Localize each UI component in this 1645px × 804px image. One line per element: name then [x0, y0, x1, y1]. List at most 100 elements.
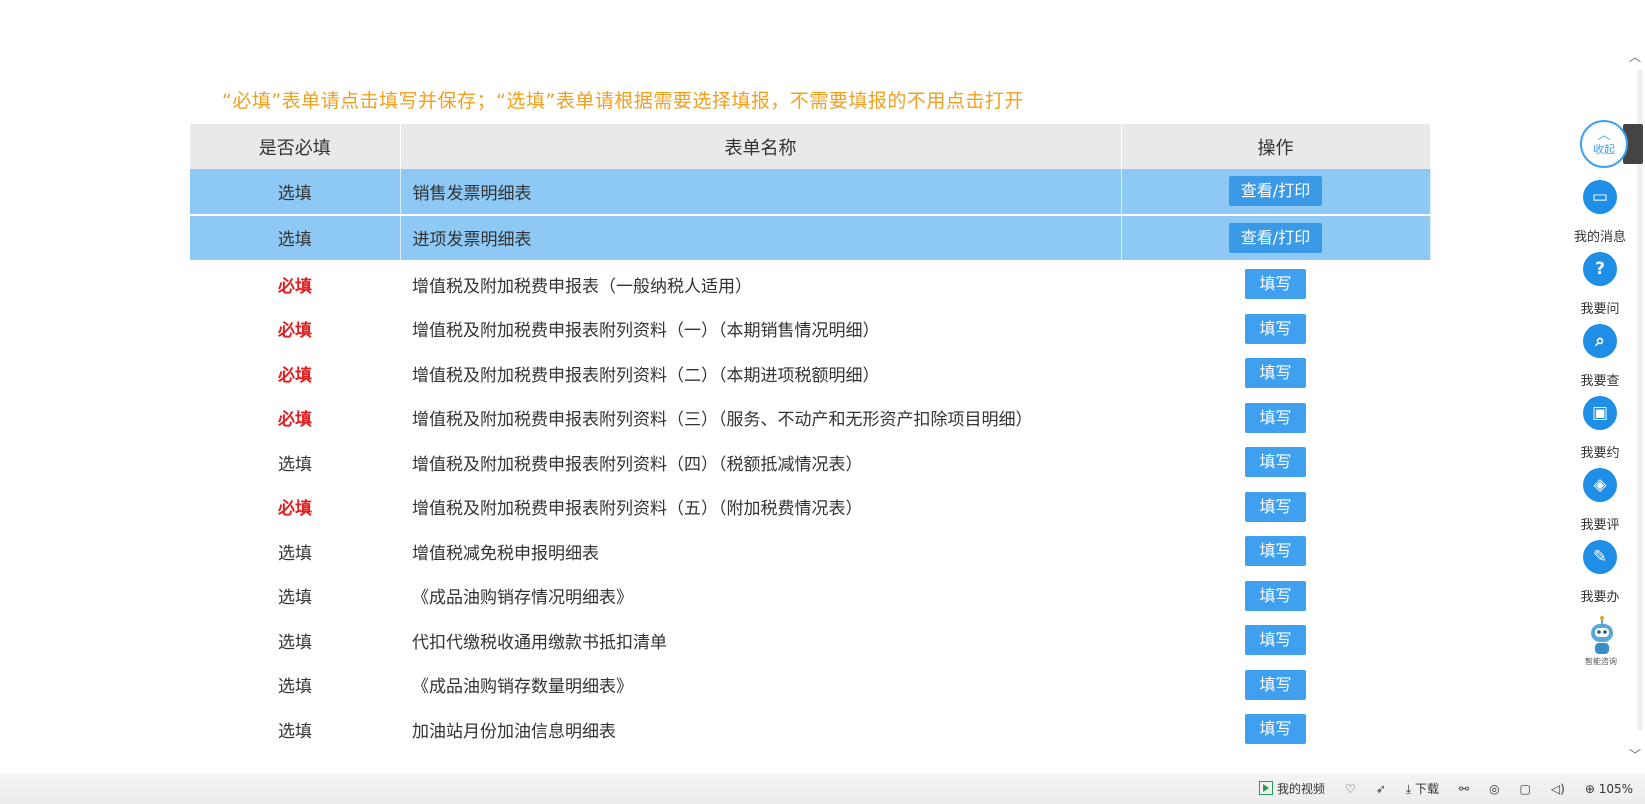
scroll-up-icon[interactable]: ︿	[1629, 48, 1641, 65]
fill-button[interactable]: 填写	[1245, 358, 1306, 389]
side-item-appointment[interactable]: ▣ 我要约	[1555, 396, 1645, 461]
browser-icon[interactable]: ◎	[1489, 782, 1499, 796]
collapse-label: 收起	[1593, 143, 1615, 156]
required-status: 选填	[278, 454, 312, 475]
table-row: 选填 增值税减免税申报明细表 填写	[190, 529, 1430, 574]
rocket-icon[interactable]: ➶	[1376, 782, 1386, 796]
form-name: 增值税及附加税费申报表附列资料（四）（税额抵减情况表）	[412, 454, 863, 475]
side-item-label: 我要查	[1580, 374, 1620, 389]
operation-cell: 填写	[1121, 396, 1430, 441]
required-status: 必填	[278, 321, 312, 342]
rate-icon: ◈	[1583, 468, 1617, 502]
operation-cell: 查看/打印	[1121, 169, 1431, 216]
required-status: 必填	[278, 410, 312, 431]
required-status: 必填	[278, 365, 312, 386]
header-required: 是否必填	[190, 124, 401, 169]
search-icon: ⌕	[1583, 324, 1617, 358]
side-service-panel: ︿ 收起 ▭ 我的消息 ? 我要问 ⌕ 我要查 ▣ 我要约 ◈ 我要评 ✎ 我要…	[1555, 118, 1645, 678]
side-item-ask[interactable]: ? 我要问	[1555, 252, 1645, 317]
table-row: 必填 增值税及附加税费申报表附列资料（五）（附加税费情况表） 填写	[190, 485, 1430, 530]
window-icon[interactable]: ▢	[1520, 782, 1531, 796]
operation-cell: 填写	[1121, 485, 1430, 530]
table-row: 选填 《成品油购销存情况明细表》 填写	[190, 574, 1430, 619]
operation-cell: 填写	[1121, 574, 1430, 619]
fill-button[interactable]: 填写	[1245, 669, 1306, 700]
operation-cell: 填写	[1121, 261, 1430, 307]
fill-button[interactable]: 填写	[1245, 714, 1306, 745]
side-item-rate[interactable]: ◈ 我要评	[1555, 468, 1645, 533]
side-item-handle[interactable]: ✎ 我要办	[1555, 540, 1645, 605]
table-row: 选填 销售发票明细表 查看/打印	[190, 169, 1431, 216]
required-status: 选填	[190, 169, 401, 216]
required-status: 选填	[278, 588, 312, 609]
form-name: 增值税及附加税费申报表附列资料（五）（附加税费情况表）	[412, 499, 863, 520]
table-row: 选填 增值税及附加税费申报表附列资料（四）（税额抵减情况表） 填写	[190, 440, 1430, 485]
table-row: 选填 代扣代缴税收通用缴款书抵扣清单 填写	[190, 618, 1430, 663]
my-video-button[interactable]: 我的视频	[1259, 780, 1325, 797]
form-name: 增值税减免税申报明细表	[412, 543, 599, 564]
operation-cell: 填写	[1121, 529, 1430, 574]
robot-label: 智能咨询	[1585, 657, 1617, 666]
side-item-label: 我的消息	[1573, 230, 1626, 245]
status-bar: 我的视频 ♡ ➶ ⤓ 下载 ⚯ ◎ ▢ ◁) ⊕ 105%	[0, 774, 1645, 804]
form-name: 增值税及附加税费申报表附列资料（一）（本期销售情况明细）	[412, 321, 880, 342]
fill-button[interactable]: 填写	[1245, 625, 1306, 656]
fill-button[interactable]: 填写	[1245, 536, 1306, 567]
chevron-up-icon: ︿	[1597, 128, 1611, 143]
side-item-search[interactable]: ⌕ 我要查	[1555, 324, 1645, 389]
table-row: 选填 加油站月份加油信息明细表 填写	[190, 707, 1430, 752]
zoom-control[interactable]: ⊕ 105%	[1585, 782, 1633, 796]
side-item-label: 我要问	[1580, 302, 1620, 317]
download-label: 下载	[1414, 782, 1439, 796]
message-icon: ▭	[1583, 180, 1617, 214]
fill-button[interactable]: 填写	[1245, 402, 1306, 433]
scroll-down-icon[interactable]: ﹀	[1629, 746, 1641, 763]
header-form-name: 表单名称	[400, 124, 1122, 169]
operation-cell: 填写	[1121, 618, 1430, 663]
robot-assistant-icon[interactable]	[1587, 616, 1617, 656]
operation-cell: 填写	[1121, 351, 1430, 396]
required-status: 选填	[278, 632, 312, 653]
fill-button[interactable]: 填写	[1245, 269, 1306, 300]
calendar-icon: ▣	[1583, 396, 1617, 430]
side-item-label: 我要约	[1580, 446, 1620, 461]
video-label: 我的视频	[1277, 782, 1326, 796]
form-name: 增值税及附加税费申报表附列资料（三）（服务、不动产和无形资产扣除项目明细）	[412, 410, 1033, 431]
edit-icon: ✎	[1583, 540, 1617, 574]
side-item-label: 我要评	[1580, 518, 1620, 533]
form-name: 增值税及附加税费申报表（一般纳税人适用）	[412, 276, 752, 297]
table-header-row: 是否必填 表单名称 操作	[190, 124, 1431, 169]
table-row: 选填 进项发票明细表 查看/打印	[190, 214, 1431, 262]
form-name: 增值税及附加税费申报表附列资料（二）（本期进项税额明细）	[412, 365, 880, 386]
operation-cell: 填写	[1121, 663, 1430, 708]
required-status: 必填	[278, 276, 312, 297]
required-status: 必填	[278, 499, 312, 520]
form-table: 是否必填 表单名称 操作 选填 销售发票明细表 查看/打印 选填 进项发票明细表 查看/打…	[190, 124, 1431, 752]
fill-button[interactable]: 填写	[1245, 313, 1306, 344]
required-status: 选填	[278, 677, 312, 698]
side-item-messages[interactable]: ▭ 我的消息	[1555, 180, 1645, 245]
fill-button[interactable]: 填写	[1245, 491, 1306, 522]
fill-button[interactable]: 填写	[1245, 580, 1306, 611]
table-row: 必填 增值税及附加税费申报表附列资料（一）（本期销售情况明细） 填写	[190, 307, 1430, 352]
required-status: 选填	[190, 214, 401, 262]
form-name: 《成品油购销存情况明细表》	[412, 588, 633, 609]
play-icon	[1259, 781, 1274, 795]
form-name: 代扣代缴税收通用缴款书抵扣清单	[412, 632, 667, 653]
form-name: 销售发票明细表	[400, 169, 1122, 216]
operation-cell: 查看/打印	[1121, 214, 1431, 262]
collapse-button[interactable]: ︿ 收起	[1580, 120, 1628, 168]
fill-button[interactable]: 填写	[1245, 447, 1306, 478]
header-operation: 操作	[1121, 124, 1431, 169]
table-row: 必填 增值税及附加税费申报表（一般纳税人适用） 填写	[190, 261, 1430, 307]
view-print-button[interactable]: 查看/打印	[1228, 176, 1323, 207]
table-row: 必填 增值税及附加税费申报表附列资料（三）（服务、不动产和无形资产扣除项目明细） 填…	[190, 396, 1430, 441]
download-button[interactable]: ⤓ 下载	[1406, 780, 1439, 797]
heart-icon[interactable]: ♡	[1345, 782, 1356, 796]
volume-icon[interactable]: ◁)	[1551, 782, 1565, 796]
zoom-label: 105%	[1598, 781, 1633, 796]
view-print-button[interactable]: 查看/打印	[1228, 222, 1323, 253]
glasses-icon[interactable]: ⚯	[1459, 782, 1469, 796]
required-status: 选填	[278, 721, 312, 742]
table-row: 必填 增值税及附加税费申报表附列资料（二）（本期进项税额明细） 填写	[190, 351, 1430, 396]
